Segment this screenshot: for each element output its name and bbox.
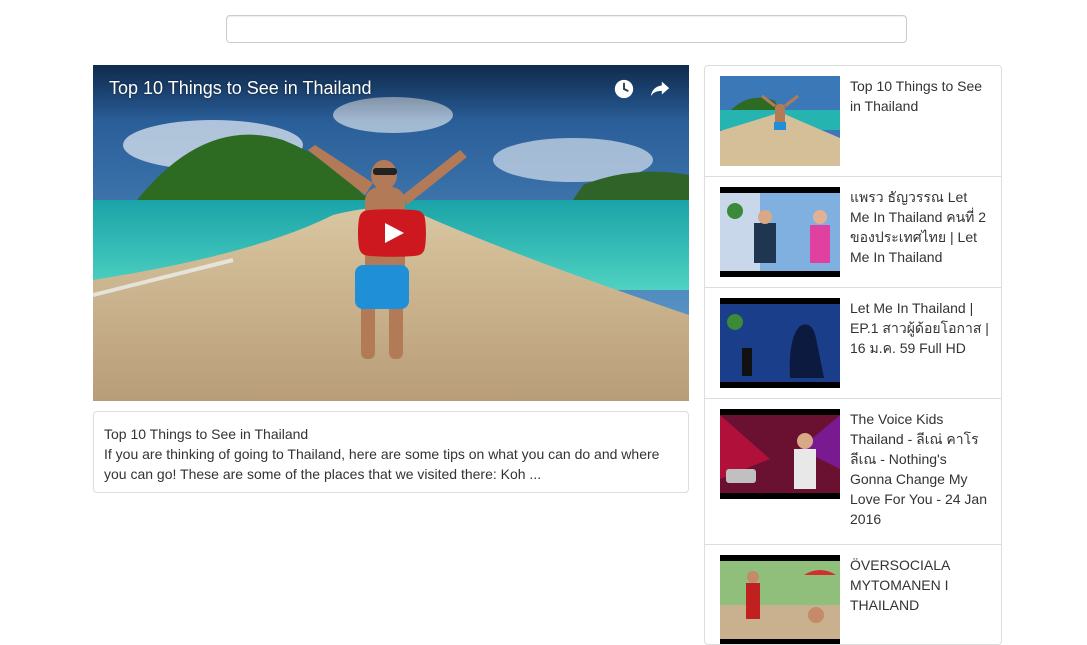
related-video-item[interactable]: Top 10 Things to See in Thailand	[705, 66, 1001, 177]
description-title: Top 10 Things to See in Thailand	[104, 426, 309, 442]
related-video-item[interactable]: แพรว ธัญวรรณ Let Me In Thailand คนที่ 2 …	[705, 177, 1001, 288]
video-thumbnail	[720, 409, 840, 499]
related-video-item[interactable]: Let Me In Thailand | EP.1 สาวผู้ด้อยโอกา…	[705, 288, 1001, 399]
related-videos-list: Top 10 Things to See in Thailand แพรว ธั…	[704, 65, 1002, 645]
share-icon[interactable]	[649, 78, 671, 100]
video-thumbnail	[720, 187, 840, 277]
related-video-item[interactable]: The Voice Kids Thailand - ลีเณ่ คาโร ลีเ…	[705, 399, 1001, 545]
video-thumbnail	[720, 298, 840, 388]
related-video-title[interactable]: ÖVERSOCIALA MYTOMANEN I THAILAND	[850, 555, 990, 615]
related-video-item[interactable]: ÖVERSOCIALA MYTOMANEN I THAILAND	[705, 545, 1001, 644]
related-video-title[interactable]: Let Me In Thailand | EP.1 สาวผู้ด้อยโอกา…	[850, 298, 990, 358]
video-description-panel: Top 10 Things to See in Thailand If you …	[93, 411, 689, 493]
related-video-title[interactable]: The Voice Kids Thailand - ลีเณ่ คาโร ลีเ…	[850, 409, 990, 529]
related-video-title[interactable]: Top 10 Things to See in Thailand	[850, 76, 990, 116]
related-video-title[interactable]: แพรว ธัญวรรณ Let Me In Thailand คนที่ 2 …	[850, 187, 990, 267]
search-input[interactable]	[226, 15, 907, 43]
video-thumbnail	[720, 555, 840, 644]
clock-icon[interactable]	[613, 78, 635, 100]
video-thumbnail	[720, 76, 840, 166]
description-text: If you are thinking of going to Thailand…	[104, 446, 660, 482]
video-player[interactable]: Top 10 Things to See in Thailand	[93, 65, 689, 401]
video-title[interactable]: Top 10 Things to See in Thailand	[109, 78, 372, 99]
play-icon[interactable]	[358, 209, 426, 257]
